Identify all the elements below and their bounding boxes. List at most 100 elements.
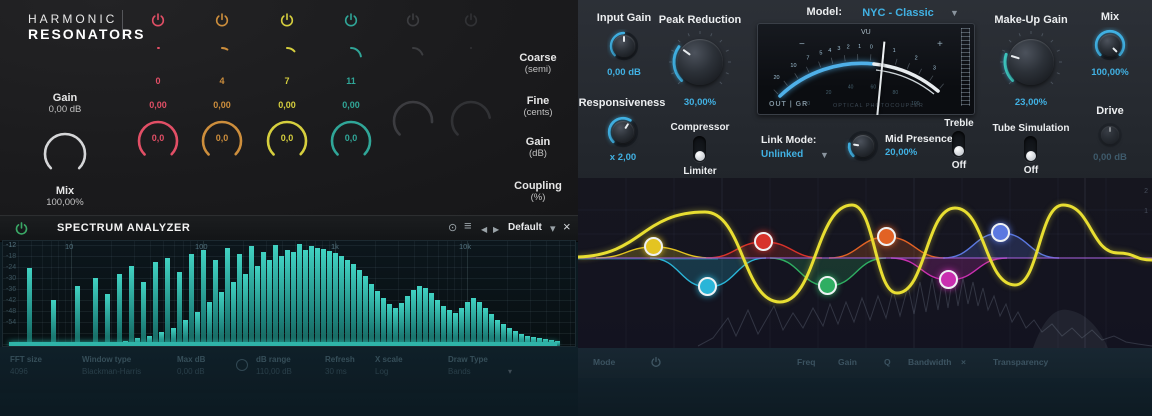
- drive-knob[interactable]: [1096, 121, 1124, 149]
- band-yellow-handle[interactable]: [644, 237, 663, 256]
- mid-presence-knob[interactable]: [845, 128, 881, 164]
- spectrum-bar: [423, 288, 428, 346]
- fine-value: 0,00: [190, 100, 254, 110]
- power-icon[interactable]: [650, 356, 662, 368]
- setting-x-scale[interactable]: X scaleLog: [375, 355, 403, 376]
- eq-display[interactable]: 2 1: [578, 178, 1152, 348]
- eq-footer-q[interactable]: Q: [884, 357, 891, 367]
- coarse-arc[interactable]: [338, 45, 364, 71]
- coarse-arc[interactable]: [145, 45, 171, 71]
- vu-out-gr-label[interactable]: OUT | GR: [769, 101, 808, 108]
- compressor-limiter-toggle[interactable]: [693, 136, 706, 162]
- fine-value: 0,00: [319, 100, 383, 110]
- spectrum-bar: [51, 300, 56, 346]
- resonator-column-6: [439, 12, 503, 143]
- limiter-option-label[interactable]: Limiter: [660, 166, 740, 177]
- setting-fft-size[interactable]: FFT size4096: [10, 355, 42, 376]
- coarse-arc[interactable]: [274, 45, 300, 71]
- spectrum-bar: [447, 310, 452, 346]
- make-up-gain-knob[interactable]: [999, 30, 1063, 94]
- band-magenta-handle[interactable]: [939, 270, 958, 289]
- spectrum-bar: [195, 312, 200, 346]
- eq-footer-mode[interactable]: Mode: [593, 357, 615, 367]
- band-blue-handle[interactable]: [991, 223, 1010, 242]
- resonator-column-2: 4 0,00 0,0: [190, 12, 254, 163]
- power-icon[interactable]: [150, 12, 166, 28]
- eq-footer-bandwidth[interactable]: Bandwidth: [908, 357, 951, 367]
- eq-footer-gain[interactable]: Gain: [838, 357, 857, 367]
- spectrum-bar: [459, 308, 464, 346]
- gain-knob[interactable]: [449, 99, 493, 143]
- eq-footer-transparency[interactable]: Transparency: [993, 357, 1048, 367]
- gain-knob[interactable]: 0,0: [136, 119, 180, 163]
- compressor-option-label[interactable]: Compressor: [660, 122, 740, 133]
- spectrum-bar: [213, 260, 218, 346]
- gain-knob[interactable]: 0,0: [265, 119, 309, 163]
- setting-refresh[interactable]: Refresh30 ms: [325, 355, 355, 376]
- analyzer-graph[interactable]: 10 100 1k 10k -12 -18 -24 -30 -36 -42 -4…: [2, 240, 576, 347]
- band-red-handle[interactable]: [754, 232, 773, 251]
- mini-knob[interactable]: [236, 359, 248, 371]
- menu-icon[interactable]: ≡: [464, 218, 472, 234]
- link-mode-caret-icon[interactable]: ▼: [820, 150, 829, 160]
- input-gain-knob[interactable]: [607, 29, 641, 63]
- coarse-arc[interactable]: [209, 45, 235, 71]
- responsiveness-knob[interactable]: [605, 114, 641, 150]
- tube-simulation-toggle[interactable]: [1024, 136, 1037, 162]
- band-green-handle[interactable]: [818, 276, 837, 295]
- compressor-footer: [578, 378, 1152, 416]
- band-orange-handle[interactable]: [877, 227, 896, 246]
- resonator-column-5: [381, 12, 445, 143]
- power-icon[interactable]: [405, 12, 421, 28]
- draw-type-caret-icon[interactable]: ▾: [508, 367, 512, 376]
- power-icon[interactable]: [14, 221, 29, 236]
- model-select[interactable]: NYC - Classic: [848, 7, 948, 19]
- vu-plus: +: [937, 39, 943, 50]
- spectrum-bar: [315, 248, 320, 346]
- gain-knob[interactable]: [391, 99, 435, 143]
- row-label-unit: (dB): [503, 148, 573, 159]
- link-mode-select[interactable]: Unlinked: [761, 149, 821, 160]
- power-icon[interactable]: [463, 12, 479, 28]
- spectrum-bar: [267, 260, 272, 346]
- gain-knob[interactable]: 0,0: [200, 119, 244, 163]
- spectrum-bar: [225, 248, 230, 346]
- close-icon[interactable]: ×: [563, 219, 571, 234]
- band-cyan-handle[interactable]: [698, 277, 717, 296]
- spectrum-bar: [141, 282, 146, 346]
- spectrum-bar: [231, 282, 236, 346]
- input-gain-value: 0,00 dB: [584, 67, 664, 78]
- model-caret-icon[interactable]: ▼: [950, 8, 959, 18]
- row-label-unit: (%): [503, 192, 573, 203]
- coarse-arc[interactable]: [400, 45, 426, 71]
- svg-text:60: 60: [871, 85, 877, 91]
- next-preset-icon[interactable]: ▶: [493, 222, 499, 238]
- coarse-arc[interactable]: [458, 45, 484, 71]
- power-icon[interactable]: [214, 12, 230, 28]
- preset-caret-icon[interactable]: ▾: [550, 221, 556, 237]
- prev-preset-icon[interactable]: ◀: [481, 222, 487, 238]
- spectrum-bar: [189, 254, 194, 346]
- freeze-icon[interactable]: ⊙: [448, 220, 457, 236]
- row-label-unit: (cents): [503, 107, 573, 118]
- spectrum-bar: [483, 308, 488, 346]
- gain-knob[interactable]: 0,0: [329, 119, 373, 163]
- spectrum-bar: [357, 270, 362, 346]
- setting-draw-type[interactable]: Draw TypeBands: [448, 355, 488, 376]
- eq-footer-close-icon[interactable]: ×: [961, 357, 966, 367]
- power-icon[interactable]: [343, 12, 359, 28]
- setting-window-type[interactable]: Window typeBlackman-Harris: [82, 355, 141, 376]
- peak-reduction-knob[interactable]: [668, 30, 732, 94]
- mix-knob[interactable]: Mix 100,00%: [41, 130, 89, 208]
- analyzer-footer: [0, 393, 578, 416]
- treble-toggle[interactable]: [952, 131, 965, 157]
- gain-value: 0,0: [265, 133, 309, 143]
- spectrum-bar: [75, 286, 80, 346]
- preset-name[interactable]: Default: [508, 222, 542, 233]
- mix-knob[interactable]: [1092, 27, 1128, 63]
- setting-max-db[interactable]: Max dB0,00 dB: [177, 355, 205, 376]
- power-icon[interactable]: [279, 12, 295, 28]
- eq-footer-freq[interactable]: Freq: [797, 357, 815, 367]
- spectrum-analyzer-window: SPECTRUM ANALYZER ⊙ ≡ ◀ ▶ Default ▾ × 10…: [0, 215, 580, 416]
- setting-db-range[interactable]: dB range110,00 dB: [256, 355, 292, 376]
